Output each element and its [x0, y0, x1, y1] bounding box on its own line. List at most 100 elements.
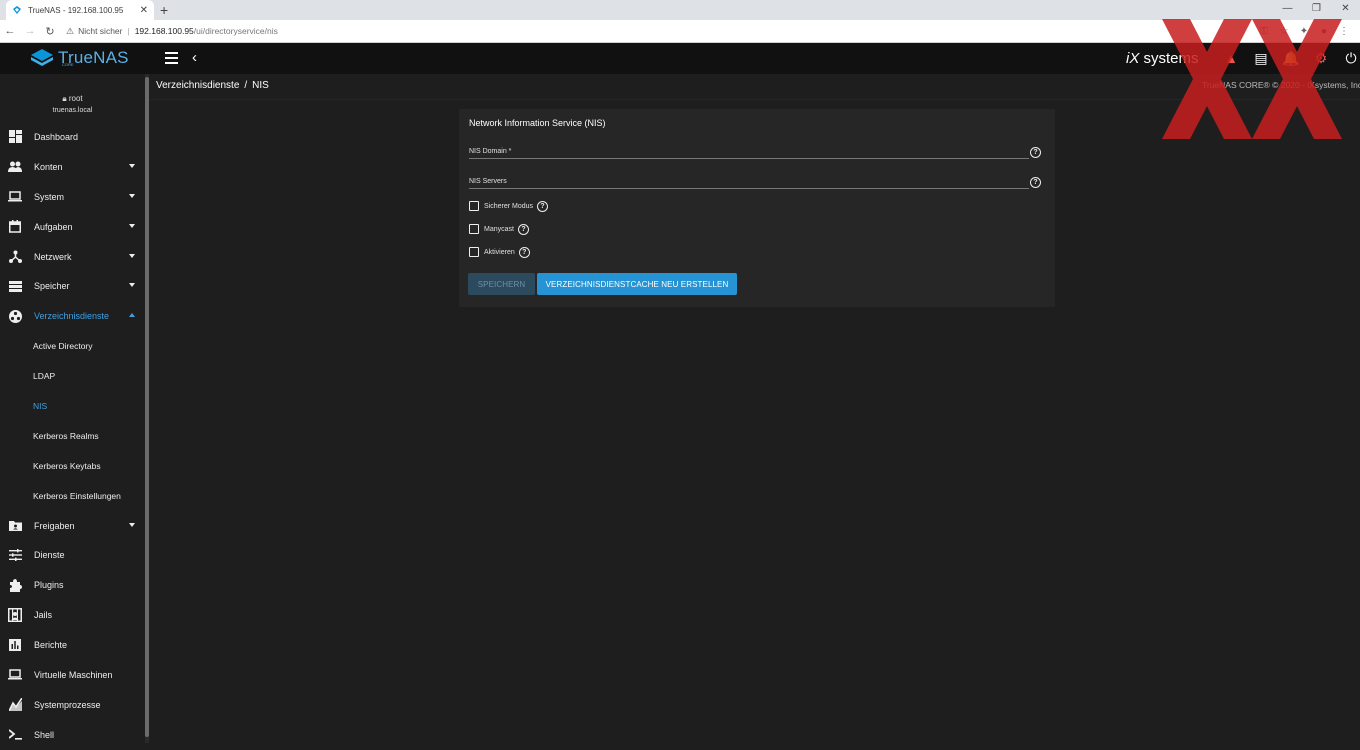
sidebar-item-konten[interactable]: Konten	[0, 152, 145, 182]
sidebar-item-plugins[interactable]: Plugins	[0, 570, 145, 600]
profile-icon[interactable]: ●	[1314, 26, 1334, 37]
process-icon	[8, 698, 22, 712]
new-tab-button[interactable]: +	[160, 2, 168, 18]
sidebar-subitem-nis[interactable]: NIS	[0, 391, 145, 421]
expand-caret-icon	[129, 522, 135, 527]
expand-caret-icon	[129, 283, 135, 288]
nis-form-card: Network Information Service (NIS) NIS Do…	[459, 109, 1055, 307]
help-icon[interactable]: ?	[518, 246, 530, 258]
rebuild-cache-button[interactable]: VERZEICHNISDIENSTCACHE NEU ERSTELLEN	[537, 273, 737, 295]
tab-close-icon[interactable]: ✕	[140, 5, 148, 16]
copyright-text: TrueNAS CORE® © 2020 - iXsystems, Inc	[1202, 80, 1360, 90]
sidebar-item-label: Dashboard	[34, 131, 79, 142]
help-icon[interactable]: ?	[1030, 147, 1041, 158]
sidebar-item-label: Shell	[34, 729, 55, 740]
close-window-icon[interactable]: ✕	[1331, 0, 1360, 20]
browser-forward-icon[interactable]: →	[20, 25, 40, 37]
sidebar-item-label: Konten	[34, 161, 63, 172]
secure-mode-checkbox[interactable]: Sicherer Modus ?	[469, 200, 549, 212]
expand-caret-icon	[129, 193, 135, 198]
logo-subtitle: CORE	[62, 62, 74, 67]
breadcrumb-parent[interactable]: Verzeichnisdienste	[156, 80, 239, 91]
sidebar-item-label: Freigaben	[34, 520, 75, 531]
sidebar-item-label: Jails	[34, 610, 53, 621]
sidebar-item-label: Dienste	[34, 550, 65, 561]
breadcrumb: Verzeichnisdienste / NIS	[156, 80, 269, 91]
settings-gear-icon[interactable]: ⚙	[1306, 50, 1336, 67]
user-name: root	[68, 94, 83, 103]
sidebar-item-virtuelle-maschinen[interactable]: Virtuelle Maschinen	[0, 660, 145, 690]
dashboard-icon	[8, 130, 22, 144]
sidebar-item-aufgaben[interactable]: Aufgaben	[0, 212, 145, 242]
puzzle-icon	[8, 578, 22, 592]
reload-icon[interactable]: ↻	[40, 25, 60, 38]
ixsystems-logo[interactable]: iX systems	[1126, 50, 1199, 67]
power-icon[interactable]: ⏻	[1336, 50, 1360, 67]
collapse-caret-icon	[129, 313, 135, 318]
sidebar-item-freigaben[interactable]: Freigaben	[0, 511, 145, 541]
extensions-icon[interactable]: ✦	[1294, 26, 1314, 37]
laptop-icon	[8, 190, 22, 204]
browser-back-icon[interactable]: ←	[0, 25, 20, 37]
sidebar-subitem-active-directory[interactable]: Active Directory	[0, 331, 145, 361]
lock-icon: 🔒︎	[62, 94, 67, 103]
sidebar-item-dashboard[interactable]: Dashboard	[0, 122, 145, 152]
bookmark-star-icon[interactable]: ☆	[1274, 26, 1294, 37]
task-manager-icon[interactable]: ▤	[1246, 50, 1276, 67]
tab-title: TrueNAS - 192.168.100.95	[28, 5, 124, 15]
help-icon[interactable]: ?	[517, 223, 529, 235]
sidebar-item-netzwerk[interactable]: Netzwerk	[0, 242, 145, 272]
sidebar-item-label: Virtuelle Maschinen	[34, 669, 113, 680]
sidebar-item-label: Aufgaben	[34, 221, 73, 232]
browser-tab[interactable]: TrueNAS - 192.168.100.95 ✕	[6, 0, 154, 20]
truenas-favicon-icon	[13, 6, 21, 14]
sidebar-item-system[interactable]: System	[0, 182, 145, 212]
sidebar: 🔒︎ root truenas.local Dashboard Konten S…	[0, 74, 145, 743]
key-icon[interactable]: ⚿	[1254, 26, 1274, 37]
sidebar-scrollbar-thumb[interactable]	[145, 77, 149, 737]
directory-icon	[8, 309, 22, 323]
sidebar-item-shell[interactable]: Shell	[0, 720, 145, 750]
nis-domain-field[interactable]: NIS Domain * ?	[469, 146, 1043, 166]
sidebar-item-berichte[interactable]: Berichte	[0, 630, 145, 660]
checkbox-box[interactable]	[469, 224, 479, 234]
truecommand-icon[interactable]: ▲	[1216, 50, 1246, 67]
checkbox-box[interactable]	[469, 247, 479, 257]
address-bar: ← → ↻ ⚠ Nicht sicher | 192.168.100.95 /u…	[0, 20, 1360, 43]
computer-icon	[8, 668, 22, 682]
expand-caret-icon	[129, 223, 135, 228]
sidebar-subitem-kerberos-keytabs[interactable]: Kerberos Keytabs	[0, 451, 145, 481]
url-path: /ui/directoryservice/nis	[193, 26, 278, 36]
menu-toggle-icon[interactable]	[165, 52, 178, 64]
minimize-icon[interactable]: —	[1273, 0, 1302, 20]
sidebar-item-speicher[interactable]: Speicher	[0, 271, 145, 301]
checkbox-box[interactable]	[469, 201, 479, 211]
jail-icon	[8, 608, 22, 623]
sidebar-item-verzeichnisdienste[interactable]: Verzeichnisdienste	[0, 301, 145, 331]
sidebar-subitem-ldap[interactable]: LDAP	[0, 361, 145, 391]
collapse-chevron-icon[interactable]: ‹	[192, 49, 197, 66]
tune-icon	[8, 548, 22, 562]
card-title: Network Information Service (NIS)	[469, 118, 606, 128]
help-icon[interactable]: ?	[537, 200, 549, 212]
sidebar-item-jails[interactable]: Jails	[0, 600, 145, 630]
warning-icon: ⚠	[66, 25, 75, 36]
notifications-bell-icon[interactable]: 🔔	[1276, 50, 1306, 67]
nis-servers-field[interactable]: NIS Servers ?	[469, 176, 1043, 196]
enable-checkbox[interactable]: Aktivieren ?	[469, 246, 530, 258]
restore-icon[interactable]: ❐	[1302, 0, 1331, 20]
browser-menu-icon[interactable]: ⋮	[1334, 26, 1354, 37]
sidebar-subitem-kerberos-realms[interactable]: Kerberos Realms	[0, 421, 145, 451]
manycast-label: Manycast	[484, 225, 514, 233]
sidebar-item-systemprozesse[interactable]: Systemprozesse	[0, 690, 145, 720]
security-label: Nicht sicher	[78, 26, 123, 36]
nis-domain-underline	[469, 158, 1029, 159]
url-field[interactable]: ⚠ Nicht sicher | 192.168.100.95 /ui/dire…	[66, 21, 1254, 41]
manycast-checkbox[interactable]: Manycast ?	[469, 223, 529, 235]
truenas-logo[interactable]: TrueNAS	[30, 48, 129, 68]
help-icon[interactable]: ?	[1030, 177, 1041, 188]
sidebar-item-dienste[interactable]: Dienste	[0, 540, 145, 570]
save-button[interactable]: SPEICHERN	[468, 273, 535, 295]
sidebar-subitem-kerberos-einstellungen[interactable]: Kerberos Einstellungen	[0, 481, 145, 511]
calendar-icon	[8, 220, 22, 234]
